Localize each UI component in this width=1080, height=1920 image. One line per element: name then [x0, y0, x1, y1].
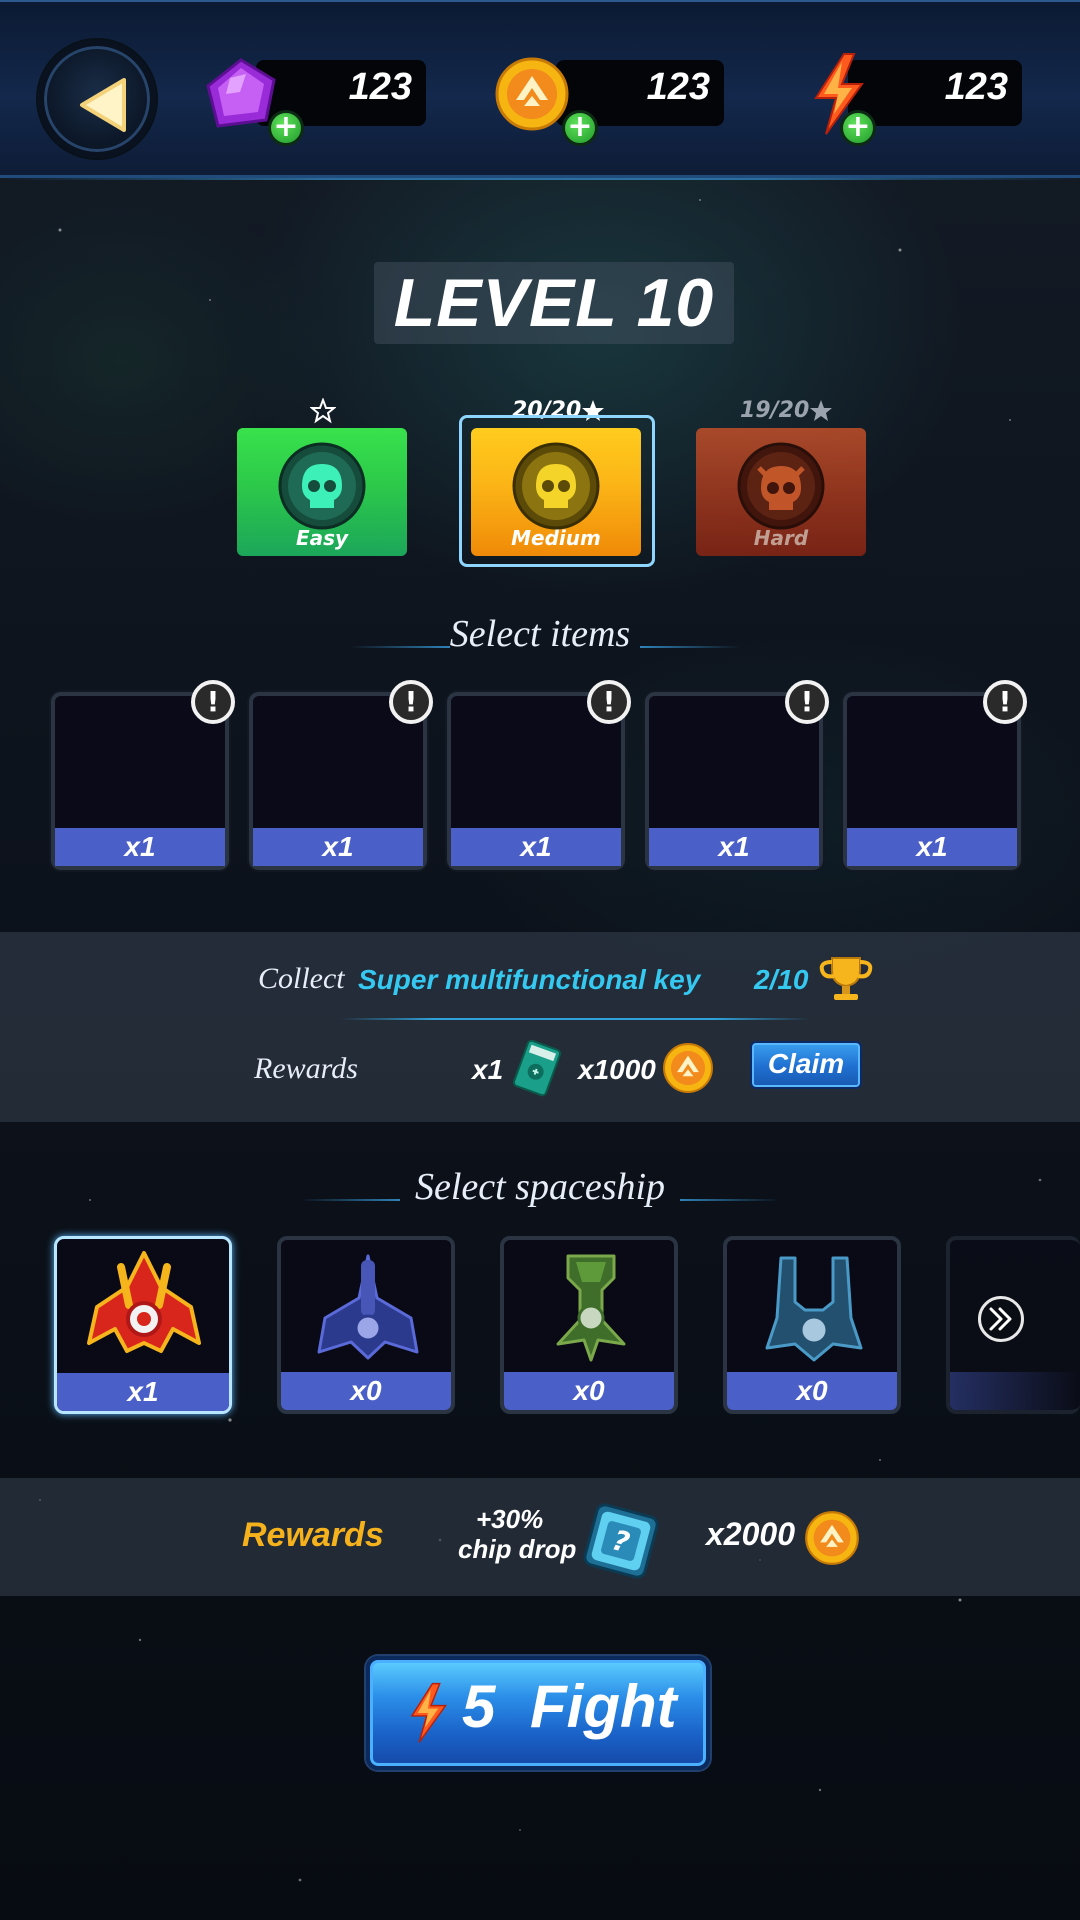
reward-coins: x1000 [578, 1054, 656, 1085]
spaceship-slot-2[interactable]: x0 [277, 1236, 455, 1414]
item-slot-5[interactable]: ! x1 [843, 680, 1027, 870]
chip-bonus-text: chip drop [458, 1534, 577, 1564]
alert-icon: ! [983, 680, 1027, 724]
item-slot-count: x1 [847, 828, 1017, 866]
spaceship-count: x0 [504, 1372, 674, 1410]
keycard-icon [512, 1039, 562, 1097]
item-slot-count: x1 [55, 828, 225, 866]
difficulty-easy[interactable]: Easy [237, 428, 407, 556]
trophy-icon [819, 957, 873, 1000]
skull-icon [737, 442, 825, 530]
top-bar: 123 + 123 + 123 + [0, 0, 1080, 180]
select-items-title: Select items [449, 613, 631, 655]
energy-counter: 123 [848, 60, 1022, 126]
next-ships-button[interactable] [978, 1296, 1024, 1342]
skull-icon [512, 442, 600, 530]
spaceship-count: x1 [57, 1373, 229, 1411]
difficulty-hard[interactable]: Hard [696, 428, 866, 556]
add-gems-button[interactable]: + [268, 110, 304, 146]
add-coins-button[interactable]: + [562, 110, 598, 146]
alert-icon: ! [389, 680, 433, 724]
ship-reward-coins: x2000 [706, 1516, 795, 1552]
collect-label: Collect [258, 962, 345, 995]
item-slot-2[interactable]: ! x1 [249, 680, 433, 870]
star-outline-icon [310, 398, 336, 424]
green-spaceship-icon [556, 1254, 626, 1362]
spaceship-slot-3[interactable]: x0 [500, 1236, 678, 1414]
fight-label: Fight [530, 1673, 677, 1740]
add-energy-button[interactable]: + [840, 110, 876, 146]
fight-energy-cost: 5 [462, 1673, 496, 1740]
mystery-chip-icon: ? [583, 1503, 659, 1579]
difficulty-hard-label: Hard [753, 526, 809, 550]
red-spaceship-icon [87, 1251, 201, 1353]
alert-icon: ! [191, 680, 235, 724]
coin-icon [495, 57, 569, 131]
reward-item-count: x1 [472, 1054, 504, 1085]
spaceship-slot-1[interactable]: x1 [54, 1236, 232, 1414]
claim-button[interactable]: Claim [750, 1041, 862, 1089]
coin-icon [805, 1511, 859, 1565]
item-slot-count: x1 [451, 828, 621, 866]
difficulty-medium-label: Medium [511, 526, 601, 550]
item-slot-count: x1 [649, 828, 819, 866]
level-title-box: LEVEL 10 [374, 262, 734, 344]
item-slot-1[interactable]: ! x1 [51, 680, 235, 870]
select-spaceship-title: Select spaceship [414, 1166, 666, 1208]
collect-target: Super multifunctional key [358, 964, 701, 995]
alert-icon: ! [785, 680, 829, 724]
item-slot-4[interactable]: ! x1 [645, 680, 829, 870]
spaceship-count: x0 [727, 1372, 897, 1410]
teal-spaceship-icon [765, 1256, 863, 1362]
chip-bonus-percent: +30% [476, 1504, 544, 1534]
coin-icon [663, 1043, 713, 1093]
spaceship-count: x0 [281, 1372, 451, 1410]
star-icon [810, 400, 832, 421]
spaceship-slot-4[interactable]: x0 [723, 1236, 901, 1414]
skull-icon [278, 442, 366, 530]
blue-spaceship-icon [317, 1254, 419, 1360]
item-slot-3[interactable]: ! x1 [447, 680, 631, 870]
rewards-label: Rewards [254, 1052, 358, 1085]
back-button[interactable] [38, 40, 156, 158]
double-chevron-right-icon [989, 1307, 1012, 1331]
difficulty-medium[interactable]: Medium [471, 428, 641, 556]
back-arrow-icon [80, 78, 126, 132]
level-title: LEVEL 10 [393, 265, 715, 341]
fight-button[interactable]: 5 Fight [366, 1656, 710, 1770]
item-slot-count: x1 [253, 828, 423, 866]
difficulty-easy-label: Easy [295, 526, 349, 550]
spaceship-count [950, 1372, 1080, 1410]
energy-value: 123 [944, 66, 1008, 108]
difficulty-hard-stars: 19/20 [740, 398, 810, 423]
collect-progress: 2/10 [754, 964, 809, 995]
collect-divider [340, 1018, 810, 1020]
coins-value: 123 [646, 66, 710, 108]
gems-value: 123 [348, 66, 412, 108]
ship-rewards-label: Rewards [242, 1516, 384, 1554]
lightning-icon [410, 1682, 448, 1743]
alert-icon: ! [587, 680, 631, 724]
